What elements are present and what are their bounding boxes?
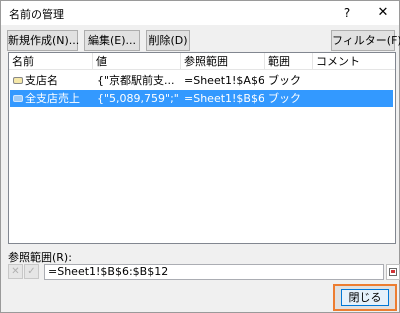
column-header-scope[interactable]: 範囲 (265, 53, 313, 70)
cancel-edit-icon[interactable]: ✕ (8, 264, 23, 279)
close-button-frame: 閉じる (333, 284, 397, 311)
names-list[interactable]: 名前 値 参照範囲 範囲 コメント 支店名 {"京都駅前支... =Sheet1… (8, 52, 396, 244)
row-reference: =Sheet1!$B$6:$... (184, 92, 264, 105)
close-window-button[interactable]: ✕ (371, 3, 395, 23)
column-header-comment[interactable]: コメント (313, 53, 395, 70)
reference-input[interactable]: =Sheet1!$B$6:$B$12 (44, 264, 384, 280)
name-manager-dialog: 名前の管理 ? ✕ 新規作成(N)... 編集(E)... 削除(D) フィルタ… (0, 0, 400, 313)
help-button[interactable]: ? (337, 3, 357, 23)
title-bar: 名前の管理 ? ✕ (1, 1, 399, 25)
close-button[interactable]: 閉じる (341, 289, 389, 306)
filter-button[interactable]: フィルター(F)▾ (331, 30, 400, 51)
delete-button[interactable]: 削除(D) (146, 30, 190, 51)
column-header-name[interactable]: 名前 (9, 53, 93, 70)
range-select-icon (389, 268, 397, 276)
row-value: {"5,089,759";"3,... (97, 92, 179, 105)
named-range-icon (13, 77, 23, 84)
row-scope: ブック (268, 92, 301, 105)
row-scope: ブック (268, 74, 301, 87)
list-header: 名前 値 参照範囲 範囲 コメント (9, 53, 395, 70)
table-row[interactable]: 支店名 {"京都駅前支... =Sheet1!$A$6:$... ブック (10, 72, 393, 89)
row-name: 支店名 (25, 74, 58, 87)
filter-label: フィルター(F) (332, 34, 400, 47)
row-comment (316, 72, 392, 89)
reference-label: 参照範囲(R): (8, 251, 72, 264)
row-name: 全支店売上 (25, 92, 80, 105)
column-header-reference[interactable]: 参照範囲 (181, 53, 265, 70)
named-range-icon (13, 95, 23, 102)
dialog-title: 名前の管理 (9, 8, 64, 21)
row-comment (316, 90, 392, 107)
column-header-value[interactable]: 値 (93, 53, 181, 70)
reference-bar: ✕ ✓ =Sheet1!$B$6:$B$12 (8, 264, 400, 282)
new-button[interactable]: 新規作成(N)... (7, 30, 79, 51)
collapse-dialog-icon[interactable] (386, 264, 400, 280)
table-row-selected[interactable]: 全支店売上 {"5,089,759";"3,... =Sheet1!$B$6:$… (10, 90, 393, 107)
edit-button[interactable]: 編集(E)... (84, 30, 140, 51)
confirm-edit-icon[interactable]: ✓ (24, 264, 39, 279)
row-reference: =Sheet1!$A$6:$... (184, 74, 264, 87)
row-value: {"京都駅前支... (97, 74, 175, 87)
